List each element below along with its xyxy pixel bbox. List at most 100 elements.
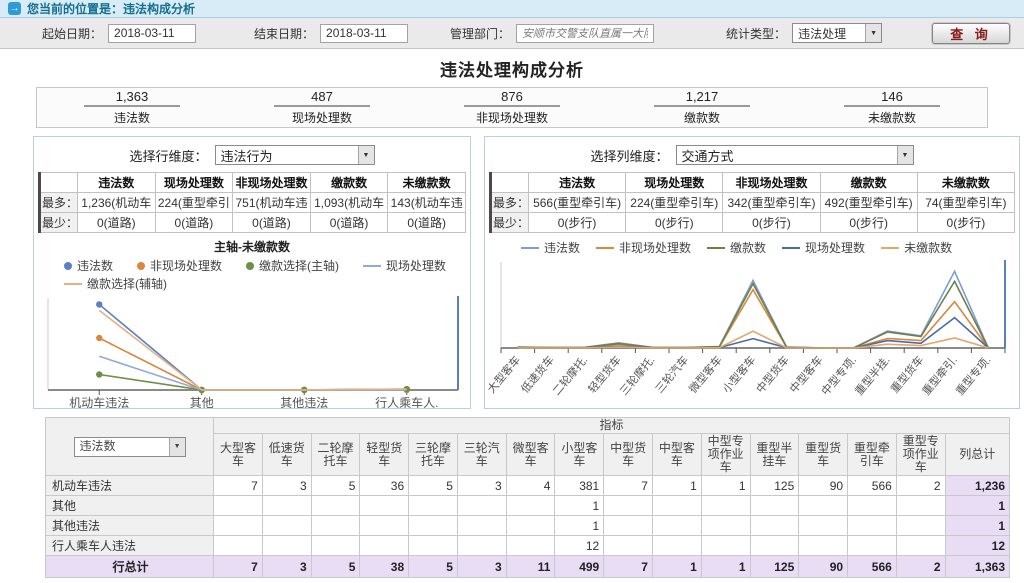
- pivot-cell: [652, 516, 701, 536]
- mm-cell: 0(步行): [626, 213, 723, 233]
- legend-item[interactable]: 违法数: [64, 257, 113, 274]
- pivot-cell: [750, 536, 799, 556]
- stat-type-value: 违法处理: [793, 25, 865, 42]
- col-dim-label: 选择列维度：: [590, 146, 668, 165]
- legend-label: 缴款数: [730, 239, 766, 256]
- x-axis-label: 三轮汽车: [652, 353, 691, 396]
- pivot-total-cell: 11: [506, 556, 555, 578]
- x-axis-label: 小型客车: [719, 353, 758, 396]
- pivot-cell: 125: [750, 476, 799, 496]
- pivot-cell: [604, 536, 653, 556]
- summary-value: 1,363: [84, 89, 180, 107]
- row-dim-select[interactable]: 违法行为 ▼: [215, 145, 375, 165]
- mm-cell: 224(重型牵引: [155, 193, 233, 213]
- col-dim-minmax-table: 违法数现场处理数非现场处理数缴款数未缴款数最多：566(重型牵引车)224(重型…: [489, 172, 1015, 233]
- pivot-row-total: 1,236: [945, 476, 1009, 496]
- pivot-corner-cell: 违法数▼: [46, 418, 214, 476]
- legend-label: 缴款选择(主轴): [259, 257, 339, 274]
- pivot-cell: [214, 536, 263, 556]
- x-axis-label: 中型货车: [753, 353, 792, 396]
- legend-line-swatch: [64, 283, 82, 285]
- mm-cell: 566(重型牵引车): [529, 193, 626, 213]
- end-date-input[interactable]: [320, 24, 408, 43]
- legend-item[interactable]: 非现场处理数: [137, 257, 222, 274]
- pivot-cell: 381: [555, 476, 604, 496]
- pivot-table: 违法数▼指标大型客车低速货车二轮摩托车轻型货车三轮摩托车三轮汽车微型客车小型客车…: [45, 417, 1010, 578]
- pivot-cell: [457, 536, 506, 556]
- x-axis-label: 二轮摩托.: [549, 353, 590, 398]
- summary-label: 违法数: [37, 109, 227, 126]
- pivot-cell: 4: [506, 476, 555, 496]
- dept-input[interactable]: [516, 24, 654, 43]
- pivot-cell: [848, 516, 897, 536]
- query-button[interactable]: 查 询: [932, 23, 1010, 44]
- pivot-cell: [750, 496, 799, 516]
- pivot-col-header: 大型客车: [214, 434, 263, 476]
- legend-item[interactable]: 缴款数: [707, 239, 766, 256]
- pivot-total-cell: 566: [848, 556, 897, 578]
- mm-header-cell: 非现场处理数: [723, 173, 820, 193]
- mm-row-label: 最多：: [491, 193, 529, 213]
- pivot-col-header: 三轮摩托车: [409, 434, 458, 476]
- pivot-col-header: 低速货车: [262, 434, 311, 476]
- legend-item[interactable]: 现场处理数: [782, 239, 865, 256]
- mm-cell: 0(步行): [723, 213, 820, 233]
- col-dim-select[interactable]: 交通方式 ▼: [676, 145, 914, 165]
- pivot-cell: [701, 536, 750, 556]
- mm-row: 最多：566(重型牵引车)224(重型牵引车)342(重型牵引车)492(重型牵…: [491, 193, 1015, 213]
- chevron-down-icon: ▼: [897, 146, 913, 164]
- legend-item[interactable]: 未缴款数: [881, 239, 952, 256]
- mm-header-cell: 现场处理数: [155, 173, 233, 193]
- table-row: 行人乘车人违法1212: [46, 536, 1010, 556]
- pivot-cell: [311, 536, 360, 556]
- table-row: 其他11: [46, 496, 1010, 516]
- mm-row-label: 最多：: [40, 193, 78, 213]
- mm-header-row: 违法数现场处理数非现场处理数缴款数未缴款数: [491, 173, 1015, 193]
- dept-label: 管理部门：: [450, 25, 510, 42]
- legend-item[interactable]: 非现场处理数: [596, 239, 691, 256]
- right-chart: 大型客车低速货车二轮摩托.轻型货车三轮摩托.三轮汽车微型客车小型客车中型货车中型…: [487, 258, 1015, 406]
- pivot-cell: [457, 496, 506, 516]
- pivot-total-cell: 1: [652, 556, 701, 578]
- row-dimension-panel: 选择行维度： 违法行为 ▼ 违法数现场处理数非现场处理数缴款数未缴款数最多：1,…: [33, 136, 471, 409]
- end-date-label: 结束日期：: [254, 25, 314, 42]
- pivot-cell: [214, 516, 263, 536]
- pivot-cell: [750, 516, 799, 536]
- legend-item[interactable]: 现场处理数: [363, 257, 446, 274]
- chevron-down-icon: ▼: [169, 438, 185, 456]
- summary-item: 487现场处理数: [227, 89, 417, 126]
- legend-item[interactable]: 缴款选择(辅轴): [64, 275, 167, 292]
- mm-cell: 74(重型牵引车): [917, 193, 1014, 213]
- stat-type-select[interactable]: 违法处理 ▼: [792, 23, 882, 43]
- summary-stats: 1,363违法数487现场处理数876非现场处理数1,217缴款数146未缴款数: [36, 87, 988, 128]
- mm-corner: [491, 173, 529, 193]
- pivot-cell: [652, 496, 701, 516]
- mm-header-cell: 违法数: [529, 173, 626, 193]
- pivot-cell: 1: [555, 496, 604, 516]
- pivot-total-cell: 5: [409, 556, 458, 578]
- pivot-total-col-header: 列总计: [945, 434, 1009, 476]
- pivot-row-total: 12: [945, 536, 1009, 556]
- legend-line-swatch: [881, 247, 899, 249]
- pivot-group-header: 指标: [214, 418, 1010, 434]
- pivot-col-header: 重型货车: [799, 434, 848, 476]
- pivot-cell: [701, 516, 750, 536]
- summary-item: 1,217缴款数: [607, 89, 797, 126]
- pivot-cell: 566: [848, 476, 897, 496]
- pivot-cell: 36: [360, 476, 409, 496]
- pivot-cell: 5: [409, 476, 458, 496]
- metric-select[interactable]: 违法数▼: [74, 437, 186, 457]
- pivot-cell: [506, 516, 555, 536]
- summary-value: 1,217: [654, 89, 750, 107]
- x-axis-label: 微型客车: [686, 353, 725, 396]
- start-date-input[interactable]: [108, 24, 196, 43]
- pivot-cell: [652, 536, 701, 556]
- stat-type-label: 统计类型：: [726, 25, 786, 42]
- mm-cell: 143(机动车违: [388, 193, 466, 213]
- summary-value: 876: [464, 89, 560, 107]
- legend-item[interactable]: 违法数: [521, 239, 580, 256]
- breadcrumb-label: 您当前的位置是：违法构成分析: [27, 0, 195, 17]
- pivot-cell: [409, 496, 458, 516]
- legend-item[interactable]: 缴款选择(主轴): [246, 257, 339, 274]
- pivot-total-cell: 5: [311, 556, 360, 578]
